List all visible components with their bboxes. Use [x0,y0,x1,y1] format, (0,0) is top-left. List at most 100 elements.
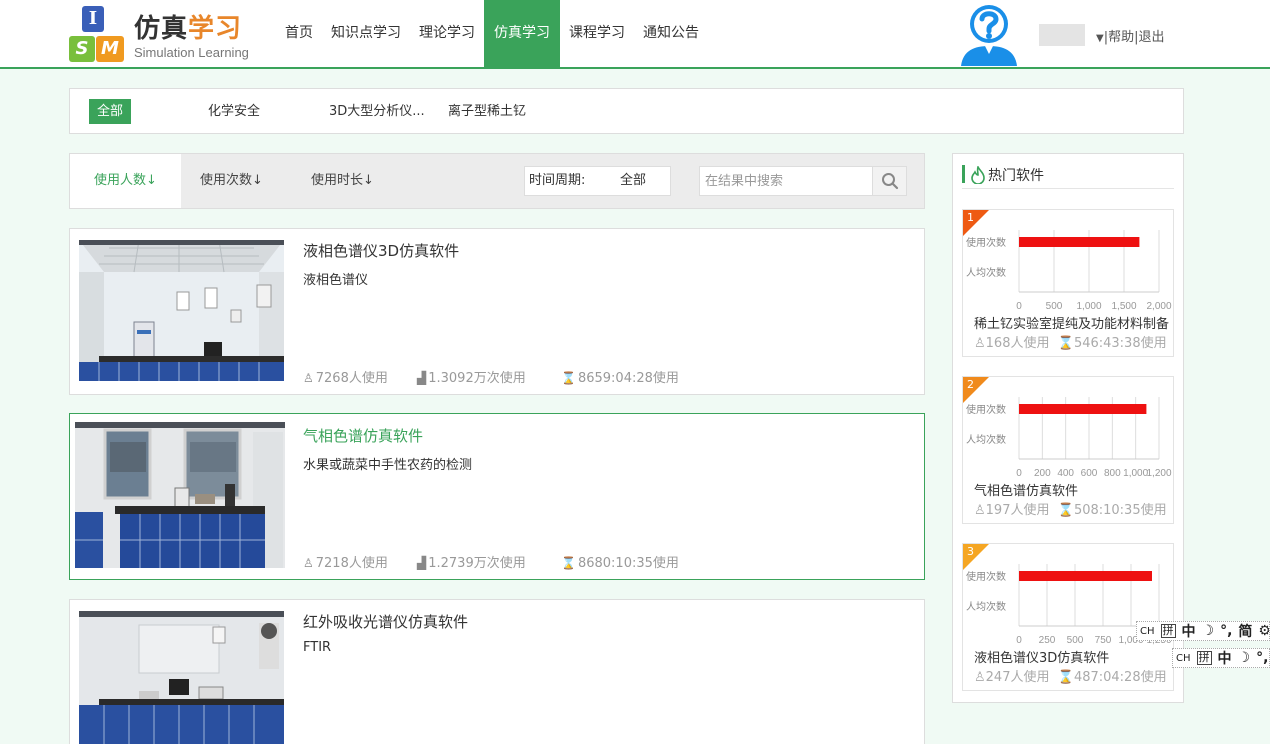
category-3d-analyzer[interactable]: 3D大型分析仪... [329,99,425,124]
ime-pinyin[interactable]: 拼 [1160,624,1176,638]
nav-theory[interactable]: 理论学习 [410,0,484,67]
caret-down-icon[interactable]: ▼ [1096,33,1104,44]
software-thumbnail[interactable] [79,611,284,744]
ime-chinese[interactable]: 中 [1218,649,1232,667]
software-card[interactable]: 液相色谱仪3D仿真软件 液相色谱仪 ♙ 7268人使用 ▟ 1.3092万次使用 ⌛… [69,228,925,395]
tick-label: 2,000 [1146,301,1171,312]
ime-punct[interactable]: °, [1256,650,1268,666]
period-select[interactable]: 时间周期: 全部 [524,166,671,196]
logo-tile-m: M [96,36,124,62]
rank-number: 1 [967,211,974,224]
moon-icon[interactable]: ☽ [1238,650,1251,666]
header-accent-bar [962,165,965,183]
software-thumbnail[interactable] [75,422,285,568]
uses-count: 1.2739万次使用 [428,556,526,571]
tick-label: 250 [1039,635,1056,646]
sort-by-uses[interactable]: 使用次数↓ [200,154,263,208]
row-label: 人均次数 [966,266,1006,279]
ime-pinyin[interactable]: 拼 [1196,651,1212,665]
ime-punct[interactable]: °, [1220,623,1232,639]
tick-label: 1,000 [1076,301,1101,312]
chart-icon: ▟ [417,556,427,570]
users-count: 168人使用 [985,336,1050,351]
tick-label: 0 [1016,468,1022,479]
users-stat: ♙ 7218人使用 [303,552,388,571]
users-count: 7268人使用 [315,371,388,386]
rank-number: 2 [967,378,974,391]
period-value: 全部 [620,173,647,188]
ime-toolbar[interactable]: CH 拼 中 ☽ °, [1172,648,1270,668]
nav-home[interactable]: 首页 [276,0,322,67]
hot-software-name[interactable]: 液相色谱仪3D仿真软件 [974,647,1109,666]
ime-chinese[interactable]: 中 [1182,622,1196,640]
duration-value: 487:04:28使用 [1073,670,1167,685]
users-icon: ♙ [303,556,314,570]
software-subtitle: FTIR [303,640,332,655]
sort-by-uses-label: 使用次数 [200,173,253,188]
category-rare-earth[interactable]: 离子型稀土钇 [448,99,526,124]
tick-label: 0 [1016,635,1022,646]
software-title[interactable]: 气相色谱仿真软件 [303,425,423,446]
search-input[interactable] [700,167,872,195]
software-thumbnail[interactable] [79,240,284,381]
uses-stat: ▟ 1.2739万次使用 [417,552,526,571]
site-logo[interactable]: I S M 仿真学习 Simulation Learning [68,6,258,64]
duration-value: 508:10:35使用 [1073,503,1167,518]
tick-label: 750 [1095,635,1112,646]
gear-icon[interactable]: ⚙ [1258,623,1269,639]
usage-bar [1019,571,1152,581]
nav-course[interactable]: 课程学习 [560,0,634,67]
nav-simulation[interactable]: 仿真学习 [484,0,560,67]
category-filter-bar: 全部 化学安全 3D大型分析仪... 离子型稀土钇 [69,88,1184,134]
usage-bar [1019,237,1140,247]
software-title[interactable]: 液相色谱仪3D仿真软件 [303,240,459,261]
software-title[interactable]: 红外吸收光谱仪仿真软件 [303,611,468,632]
tick-label: 800 [1104,468,1121,479]
row-label: 人均次数 [966,433,1006,446]
row-label: 使用次数 [966,570,1006,583]
ime-lang[interactable]: CH [1176,653,1191,664]
category-chemical-safety[interactable]: 化学安全 [208,99,260,124]
tick-label: 400 [1057,468,1074,479]
hot-software-name[interactable]: 稀土钇实验室提纯及功能材料制备 [974,313,1169,332]
logo-title: 仿真学习 [134,8,242,45]
logo-icon: I S M [68,6,128,64]
hot-software-stats: ♙247人使用 ⌛487:04:28使用 [974,666,1167,685]
sort-by-users[interactable]: 使用人数↓ [70,154,181,208]
ime-toolbar[interactable]: CH 拼 中 ☽ °, 简 ⚙ [1136,621,1270,641]
users-icon: ♙ [974,670,986,685]
ime-simplified[interactable]: 简 [1238,622,1252,640]
hot-software-name[interactable]: 气相色谱仿真软件 [974,480,1078,499]
category-all[interactable]: 全部 [89,99,132,124]
arrow-down-icon: ↓ [252,173,263,188]
search-box [699,166,907,196]
ime-lang[interactable]: CH [1140,626,1155,637]
question-avatar-icon[interactable] [957,2,1021,66]
user-links: ▼|帮助|退出 [1096,30,1165,45]
row-label: 人均次数 [966,600,1006,613]
software-card[interactable]: 气相色谱仿真软件 水果或蔬菜中手性农药的检测 ♙ 7218人使用 ▟ 1.2739万… [69,413,925,580]
username-placeholder[interactable] [1039,24,1085,46]
users-count: 247人使用 [985,670,1050,685]
search-button[interactable] [872,167,906,195]
hot-item[interactable]: 2 0 200 400 600 800 1,000 1,200 使用次数 人均次数 气相色谱仿真… [962,376,1174,524]
help-link[interactable]: 帮助 [1108,30,1134,45]
sort-bar: 使用人数↓ 使用次数↓ 使用时长↓ 时间周期: 全部 [69,153,925,209]
hourglass-icon: ⌛ [561,371,576,385]
users-icon: ♙ [303,371,314,385]
nav-notice[interactable]: 通知公告 [634,0,708,67]
duration-stat: ⌛ 8680:10:35使用 [561,552,679,571]
users-icon: ♙ [974,336,986,351]
tick-label: 1,200 [1146,468,1171,479]
moon-icon[interactable]: ☽ [1202,623,1215,639]
hourglass-icon: ⌛ [1057,503,1074,518]
software-card[interactable]: 红外吸收光谱仪仿真软件 FTIR [69,599,925,744]
sort-by-duration[interactable]: 使用时长↓ [311,154,374,208]
logout-link[interactable]: 退出 [1139,30,1165,45]
chart-icon: ▟ [417,371,427,385]
hot-item[interactable]: 1 0 500 1,000 1,500 2,000 使用次数 人均次数 稀土钇实验室提纯及功… [962,209,1174,357]
hot-item[interactable]: 3 02505007501,0001,250使用次数人均次数 液相色谱仪3D仿真… [962,543,1174,691]
tick-label: 0 [1016,301,1022,312]
software-subtitle: 水果或蔬菜中手性农药的检测 [303,458,473,473]
nav-knowledge[interactable]: 知识点学习 [322,0,410,67]
